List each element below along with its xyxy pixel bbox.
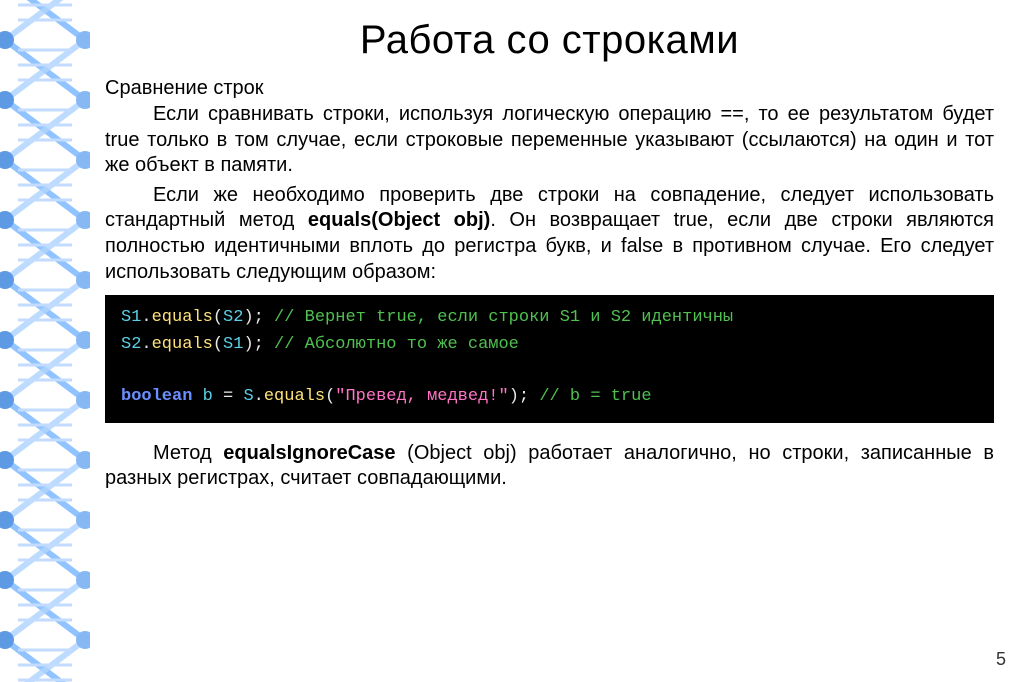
code-token: S2 xyxy=(223,308,243,327)
code-token: ) xyxy=(243,335,253,354)
code-token: S1 xyxy=(121,308,141,327)
code-token: b xyxy=(203,387,213,406)
code-token: ( xyxy=(325,387,335,406)
code-token xyxy=(192,387,202,406)
code-token: equals xyxy=(152,308,213,327)
code-comment: // Вернет true, если строки S1 и S2 иден… xyxy=(274,308,733,327)
code-token xyxy=(529,387,539,406)
code-token: ; xyxy=(254,308,264,327)
code-token: . xyxy=(141,308,151,327)
slide: Работа со строками Сравнение строк Если … xyxy=(0,0,1024,682)
code-keyword: boolean xyxy=(121,387,192,406)
code-token: = xyxy=(223,387,233,406)
dna-svg xyxy=(0,0,90,682)
code-token: . xyxy=(141,335,151,354)
code-token xyxy=(264,335,274,354)
para3-text-a: Метод xyxy=(153,442,223,464)
content-area: Работа со строками Сравнение строк Если … xyxy=(105,18,994,662)
code-token: ( xyxy=(213,308,223,327)
code-token: ( xyxy=(213,335,223,354)
equals-ignore-case-name: equalsIgnoreCase xyxy=(223,442,395,464)
dna-decoration xyxy=(0,0,90,682)
code-token xyxy=(233,387,243,406)
code-string: "Превед, медвед!" xyxy=(335,387,508,406)
code-token: S1 xyxy=(223,335,243,354)
paragraph-1: Если сравнивать строки, используя логиче… xyxy=(105,102,994,179)
code-token: equals xyxy=(264,387,325,406)
page-number: 5 xyxy=(996,649,1006,670)
code-token: S xyxy=(243,387,253,406)
code-token: ; xyxy=(254,335,264,354)
code-block: S1.equals(S2); // Вернет true, если стро… xyxy=(105,295,994,422)
code-token: ; xyxy=(519,387,529,406)
code-token xyxy=(213,387,223,406)
paragraph-2: Если же необходимо проверить две строки … xyxy=(105,183,994,285)
code-token: S2 xyxy=(121,335,141,354)
code-comment: // Абсолютно то же самое xyxy=(274,335,519,354)
section-subtitle: Сравнение строк xyxy=(105,77,994,100)
code-token: . xyxy=(254,387,264,406)
code-token: ) xyxy=(243,308,253,327)
code-token: equals xyxy=(152,335,213,354)
slide-title: Работа со строками xyxy=(105,18,994,63)
equals-method-name: equals(Object obj) xyxy=(308,209,490,231)
code-comment: // b = true xyxy=(539,387,651,406)
code-token: ) xyxy=(509,387,519,406)
paragraph-3: Метод equalsIgnoreCase (Object obj) рабо… xyxy=(105,441,994,492)
code-token xyxy=(264,308,274,327)
